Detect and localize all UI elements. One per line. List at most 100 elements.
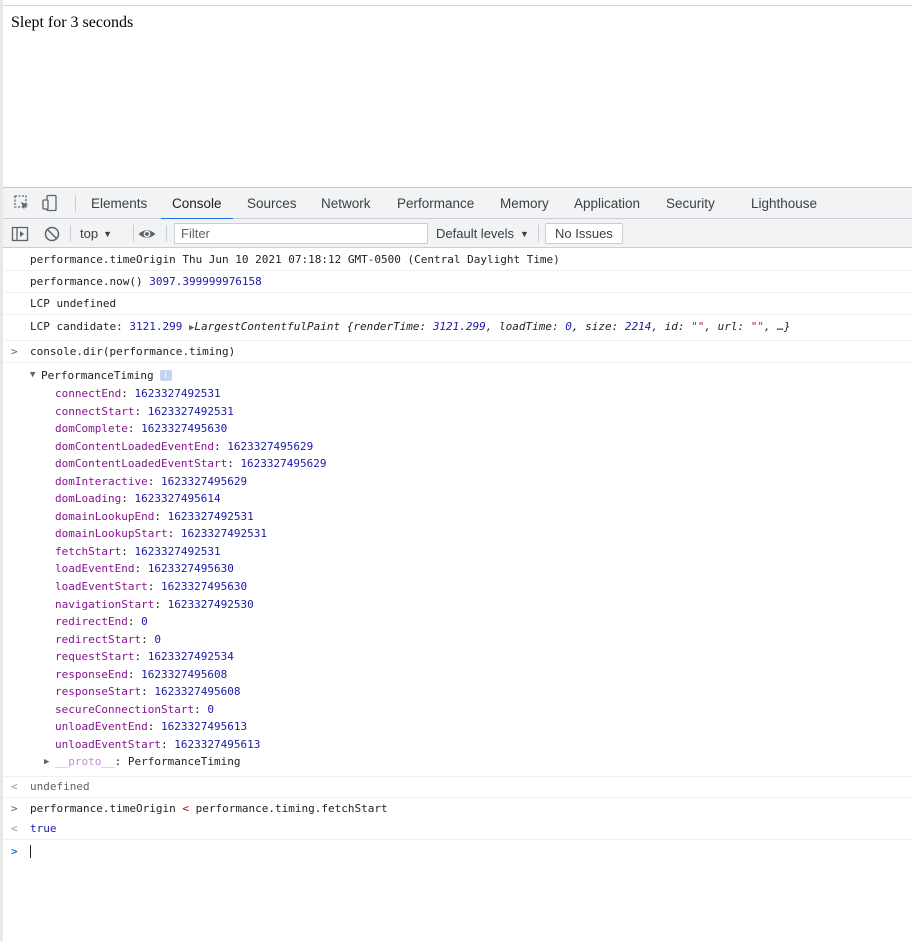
info-icon: i	[159, 370, 172, 381]
result-value: true	[30, 822, 57, 836]
console-output: performance.timeOrigin Thu Jun 10 2021 0…	[3, 249, 912, 863]
inspect-element-icon[interactable]	[13, 194, 31, 212]
preview-number: 3121.299	[432, 320, 486, 333]
text-cursor	[30, 845, 31, 859]
object-property-row: domLoading: 1623327495614	[55, 492, 221, 506]
preview-string: ""	[691, 320, 705, 333]
property-key: domComplete	[55, 422, 128, 436]
toolbar-divider	[133, 225, 134, 242]
live-expression-eye-icon[interactable]	[137, 225, 156, 243]
command-operator: <	[182, 802, 189, 816]
triangle-right-icon[interactable]: ▶	[44, 753, 49, 771]
console-toolbar: top ▼ Default levels ▼ No Issues	[3, 219, 912, 248]
console-log-line: performance.now() 3097.399999976158	[3, 271, 912, 293]
property-value: 1623327495613	[174, 737, 261, 751]
property-value: 1623327492531	[180, 527, 267, 541]
property-value: 1623327495613	[160, 720, 248, 734]
console-result: < undefined	[3, 777, 912, 799]
caret-down-icon: ▼	[103, 229, 112, 239]
context-select[interactable]: top ▼	[80, 224, 112, 243]
filter-input[interactable]	[174, 223, 428, 244]
object-property-row: domContentLoadedEventStart: 162332749562…	[55, 457, 327, 471]
console-command: > console.dir(performance.timing)	[3, 341, 912, 363]
object-property-row: domComplete: 1623327495630	[55, 422, 228, 436]
tab-lighthouse[interactable]: Lighthouse	[749, 188, 819, 219]
result-arrow-icon: <	[11, 780, 18, 794]
log-text: performance.now()	[30, 275, 143, 288]
command-left: performance.timeOrigin	[30, 802, 176, 816]
tab-performance[interactable]: Performance	[395, 188, 476, 219]
proto-row[interactable]: ▶ __proto__: PerformanceTiming	[3, 753, 912, 771]
result-text: undefined	[30, 780, 90, 794]
context-select-value: top	[80, 226, 99, 241]
tab-application[interactable]: Application	[572, 188, 642, 219]
object-property-row: secureConnectionStart: 0	[55, 702, 214, 716]
chevron-right-icon: >	[11, 802, 18, 816]
property-value: 0	[141, 615, 148, 629]
clear-console-icon[interactable]	[43, 225, 61, 243]
property-key: domContentLoadedEventEnd	[55, 439, 214, 453]
property-value: 1623327495630	[141, 422, 228, 436]
object-property-row: loadEventStart: 1623327495630	[55, 580, 248, 594]
property-value: 1623327495630	[160, 580, 248, 594]
object-property-row: unloadEventStart: 1623327495613	[55, 737, 261, 751]
log-text: LCP candidate:	[30, 320, 123, 333]
preview-string: ""	[750, 320, 765, 333]
property-key: redirectEnd	[55, 615, 128, 629]
preview-key: size	[585, 320, 612, 333]
object-tree-root[interactable]: ▼ PerformanceTiming i	[3, 367, 912, 385]
property-value: 1623327492531	[134, 544, 221, 558]
console-prompt[interactable]: >	[3, 840, 912, 863]
property-key: navigationStart	[55, 597, 155, 611]
triangle-down-icon[interactable]: ▼	[30, 367, 35, 384]
console-log-line: LCP candidate: 3121.299 ▶LargestContentf…	[3, 315, 912, 341]
property-key: responseEnd	[55, 667, 128, 681]
preview-key: loadTime	[499, 320, 553, 333]
issues-button[interactable]: No Issues	[545, 223, 623, 244]
preview-ellipsis: …	[777, 320, 784, 333]
property-key: requestStart	[55, 650, 135, 664]
property-key: domContentLoadedEventStart	[55, 457, 228, 471]
device-toolbar-icon[interactable]	[41, 194, 59, 212]
tab-bar-divider	[75, 195, 76, 212]
console-log-line: performance.timeOrigin Thu Jun 10 2021 0…	[3, 249, 912, 271]
preview-key: id	[664, 320, 678, 333]
property-value: 1623327495608	[141, 667, 228, 681]
object-tree-title: PerformanceTiming	[41, 369, 154, 382]
tab-console[interactable]: Console	[161, 188, 232, 220]
proto-value: PerformanceTiming	[127, 755, 241, 769]
preview-number: 0	[565, 320, 572, 333]
prompt-chevron-icon: >	[11, 845, 18, 859]
toolbar-divider	[166, 225, 167, 242]
object-properties: connectEnd: 1623327492531 connectStart: 1…	[3, 385, 912, 753]
log-text: performance.timeOrigin Thu Jun 10 2021 0…	[30, 253, 560, 266]
devtools-tab-bar: Elements Console Sources Network Perform…	[3, 188, 912, 220]
tab-network[interactable]: Network	[319, 188, 373, 219]
object-property-row: requestStart: 1623327492534	[55, 650, 234, 664]
result-arrow-icon: <	[11, 822, 18, 836]
property-value: 0	[154, 632, 161, 646]
object-name: LargestContentfulPaint	[194, 320, 341, 333]
command-text: console.dir(performance.timing)	[30, 345, 236, 358]
property-value: 1623327492530	[167, 597, 254, 611]
property-value: 1623327495629	[160, 474, 248, 488]
tab-security[interactable]: Security	[664, 188, 717, 219]
toolbar-divider	[70, 225, 71, 242]
preview-number: 2214	[624, 320, 652, 333]
object-property-row: connectStart: 1623327492531	[55, 404, 234, 418]
object-property-row: redirectEnd: 0	[55, 615, 148, 629]
tab-elements[interactable]: Elements	[89, 188, 149, 219]
sidebar-toggle-icon[interactable]	[11, 225, 29, 243]
tab-sources[interactable]: Sources	[245, 188, 299, 219]
object-property-row: responseStart: 1623327495608	[55, 685, 241, 699]
property-key: unloadEventEnd	[55, 720, 148, 734]
log-number: 3097.399999976158	[149, 275, 262, 288]
log-levels-select[interactable]: Default levels ▼	[436, 224, 529, 243]
property-value: 1623327495630	[147, 562, 234, 576]
preview-key: renderTime	[353, 320, 420, 333]
console-result: < true	[3, 819, 912, 841]
object-preview[interactable]: LargestContentfulPaint {renderTime: 3121…	[194, 320, 790, 333]
tab-memory[interactable]: Memory	[498, 188, 551, 219]
property-value: 1623327492534	[147, 650, 234, 664]
log-text: LCP undefined	[30, 297, 117, 310]
